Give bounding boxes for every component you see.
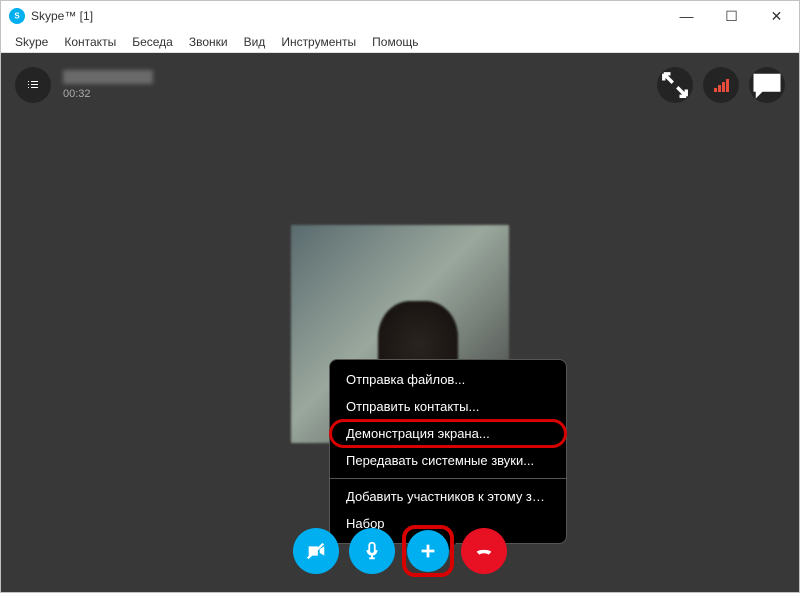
titlebar[interactable]: S Skype™ [1] — ☐ ✕ xyxy=(1,1,799,31)
menu-skype[interactable]: Skype xyxy=(7,33,56,51)
menu-contacts[interactable]: Контакты xyxy=(56,33,124,51)
menubar: Skype Контакты Беседа Звонки Вид Инструм… xyxy=(1,31,799,53)
app-window: S Skype™ [1] — ☐ ✕ Skype Контакты Беседа… xyxy=(0,0,800,593)
menu-view[interactable]: Вид xyxy=(236,33,274,51)
top-right-controls xyxy=(657,67,785,103)
maximize-button[interactable]: ☐ xyxy=(709,1,754,31)
menu-help[interactable]: Помощь xyxy=(364,33,426,51)
menu-calls[interactable]: Звонки xyxy=(181,33,236,51)
plus-button[interactable] xyxy=(407,530,449,572)
menu-tools[interactable]: Инструменты xyxy=(273,33,364,51)
call-timer: 00:32 xyxy=(63,88,153,100)
menu-share-screen[interactable]: Демонстрация экрана... xyxy=(330,420,566,447)
menu-conversation[interactable]: Беседа xyxy=(124,33,181,51)
svg-text:S: S xyxy=(14,12,20,21)
call-controls xyxy=(293,528,507,574)
fullscreen-button[interactable] xyxy=(657,67,693,103)
video-toggle-button[interactable] xyxy=(293,528,339,574)
plus-button-highlight xyxy=(405,528,451,574)
call-area: 00:32 Отправка файлов... Отправить конт xyxy=(1,53,799,592)
menu-send-contacts[interactable]: Отправить контакты... xyxy=(330,393,566,420)
contact-name-blurred xyxy=(63,70,153,84)
call-info: 00:32 xyxy=(63,70,153,100)
menu-separator xyxy=(330,478,566,479)
call-list-button[interactable] xyxy=(15,67,51,103)
hangup-button[interactable] xyxy=(461,528,507,574)
menu-send-files[interactable]: Отправка файлов... xyxy=(330,366,566,393)
menu-add-participants[interactable]: Добавить участников к этому звонку... xyxy=(330,483,566,510)
plus-menu: Отправка файлов... Отправить контакты...… xyxy=(329,359,567,544)
menu-system-sounds[interactable]: Передавать системные звуки... xyxy=(330,447,566,474)
skype-logo-icon: S xyxy=(9,8,25,24)
chat-button[interactable] xyxy=(749,67,785,103)
minimize-button[interactable]: — xyxy=(664,1,709,31)
mic-toggle-button[interactable] xyxy=(349,528,395,574)
signal-bars-icon xyxy=(714,78,729,92)
close-button[interactable]: ✕ xyxy=(754,1,799,31)
window-controls: — ☐ ✕ xyxy=(664,1,799,31)
top-controls: 00:32 xyxy=(15,67,785,103)
signal-quality-button[interactable] xyxy=(703,67,739,103)
window-title: Skype™ [1] xyxy=(31,9,664,23)
